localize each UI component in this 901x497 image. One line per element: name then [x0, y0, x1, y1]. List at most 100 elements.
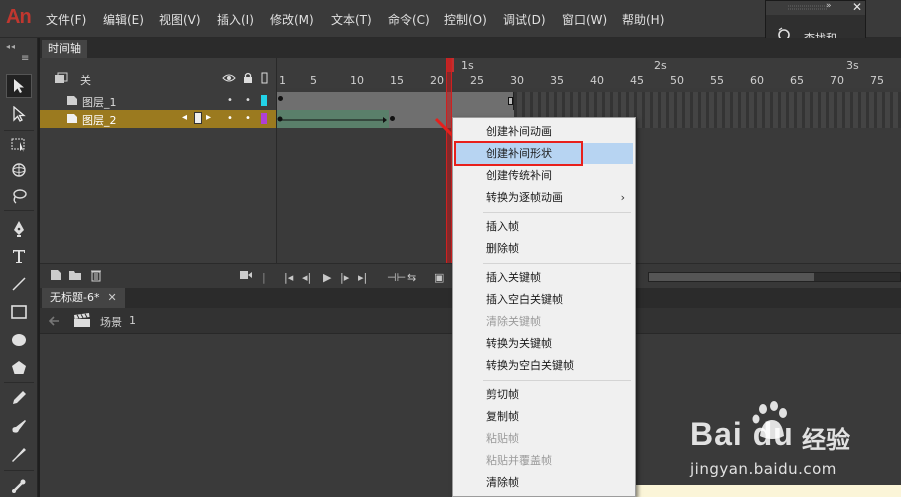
polystar-tool[interactable] — [6, 356, 32, 380]
free-transform-tool[interactable] — [6, 132, 32, 156]
frame-number: 65 — [790, 74, 804, 87]
menu-item-insert-frame[interactable]: 插入帧 — [455, 216, 633, 237]
menu-debug[interactable]: 调试(D) — [503, 11, 546, 28]
pencil-icon — [13, 391, 26, 404]
menu-item-convert-to-keyframe[interactable]: 转换为关键帧 — [455, 333, 633, 354]
visibility-dot[interactable]: • — [227, 113, 233, 124]
lock-dot[interactable]: • — [245, 95, 251, 106]
menu-edit[interactable]: 编辑(E) — [103, 11, 144, 28]
bone-icon — [12, 479, 26, 493]
subselection-tool[interactable] — [6, 102, 32, 126]
toolbar-collapse-icon[interactable]: ◂◂ — [6, 42, 16, 51]
layer-color-swatch[interactable] — [261, 95, 267, 106]
layer-color-swatch[interactable] — [261, 113, 267, 124]
keyframe-marker[interactable] — [390, 116, 395, 121]
menu-command[interactable]: 命令(C) — [388, 11, 430, 28]
watermark-url: jingyan.baidu.com — [690, 460, 837, 478]
first-frame-icon[interactable]: |◂ — [284, 271, 293, 284]
panel-grip[interactable] — [766, 1, 865, 15]
close-icon[interactable]: ✕ — [107, 291, 116, 304]
second-marker: 3s — [846, 59, 859, 72]
pen-tool[interactable] — [6, 217, 32, 241]
pencil-tool[interactable] — [6, 386, 32, 410]
scene-label[interactable]: 场景 — [100, 314, 122, 330]
trash-icon[interactable] — [90, 268, 102, 282]
new-folder-icon[interactable] — [68, 269, 82, 281]
toolbar-divider — [4, 210, 34, 211]
menu-item-insert-blank-keyframe[interactable]: 插入空白关键帧 — [455, 289, 633, 310]
new-layer-icon[interactable] — [50, 269, 62, 281]
layer-row[interactable]: 图层_1 • • — [40, 92, 276, 110]
menu-item-cut-frames[interactable]: 剪切帧 — [455, 384, 633, 405]
menu-item-insert-keyframe[interactable]: 插入关键帧 — [455, 267, 633, 288]
center-frame-icon[interactable]: ⊣⊢ — [387, 271, 406, 284]
oval-tool[interactable] — [6, 328, 32, 352]
close-icon[interactable]: ✕ — [852, 0, 862, 14]
end-frame-marker[interactable] — [508, 97, 513, 105]
watermark-brand-cn: 经验 — [802, 426, 850, 454]
eye-icon[interactable] — [222, 72, 236, 84]
menu-item-paste-and-overwrite-frames: 粘贴并覆盖帧 — [486, 454, 552, 467]
step-left-icon[interactable]: ◂ — [182, 112, 187, 123]
menu-item-create-motion-tween[interactable]: 创建补间动画 — [455, 121, 633, 142]
tab-document[interactable]: 无标题-6* ✕ — [42, 288, 125, 308]
frame-ruler[interactable]: 1 5 10 15 20 25 30 35 40 45 50 55 60 65 … — [277, 58, 901, 88]
loop-icon[interactable]: ⇆ — [407, 271, 416, 284]
lock-icon[interactable] — [242, 72, 254, 84]
lock-dot[interactable]: • — [245, 113, 251, 124]
camera-icon[interactable] — [239, 270, 253, 280]
tab-timeline[interactable]: 时间轴 — [42, 40, 87, 58]
layer-row-selected[interactable]: 图层_2 ◂ ▸ • • — [40, 110, 276, 128]
menu-item-paste-frames: 粘贴帧 — [486, 432, 519, 445]
menu-help[interactable]: 帮助(H) — [622, 11, 664, 28]
menu-view[interactable]: 视图(V) — [159, 11, 201, 28]
scrollbar-thumb[interactable] — [649, 273, 814, 281]
3d-rotation-icon — [12, 163, 26, 177]
menu-item-convert-frame-by-frame[interactable]: 转换为逐帧动画 › — [455, 187, 633, 208]
prev-frame-icon[interactable]: ◂| — [302, 271, 311, 284]
text-tool[interactable] — [6, 244, 32, 268]
bone-tool[interactable] — [6, 474, 32, 497]
horizontal-scrollbar[interactable] — [648, 272, 901, 282]
menu-separator — [483, 263, 631, 264]
menu-control[interactable]: 控制(O) — [444, 11, 487, 28]
menu-insert[interactable]: 插入(I) — [217, 11, 254, 28]
menu-item-copy-frames[interactable]: 复制帧 — [455, 406, 633, 427]
outline-icon[interactable] — [261, 72, 269, 84]
brush-tool[interactable] — [6, 414, 32, 438]
menu-item-create-classic-tween[interactable]: 创建传统补间 — [455, 165, 633, 186]
divider-icon: | — [262, 271, 266, 284]
menu-item-convert-to-blank-keyframe[interactable]: 转换为空白关键帧 — [455, 355, 633, 376]
line-tool[interactable] — [6, 272, 32, 296]
keyframe-marker[interactable] — [278, 96, 283, 101]
menu-text[interactable]: 文本(T) — [331, 11, 372, 28]
menu-window[interactable]: 窗口(W) — [562, 11, 607, 28]
watermark: Bai du 经验 jingyan.baidu.com — [690, 400, 901, 490]
layers-icon[interactable] — [54, 72, 68, 86]
last-frame-icon[interactable]: ▸| — [358, 271, 367, 284]
3d-rotation-tool[interactable] — [6, 158, 32, 182]
collapse-icon[interactable]: » — [826, 1, 832, 11]
menu-item-delete-frame[interactable]: 删除帧 — [455, 238, 633, 259]
layer-header: 关 — [40, 70, 276, 90]
toolbar-menu-icon[interactable]: ≡ — [21, 53, 29, 64]
next-frame-icon[interactable]: |▸ — [340, 271, 349, 284]
play-icon[interactable]: ▶ — [323, 271, 331, 284]
menu-item-clear-frames[interactable]: 清除帧 — [455, 472, 633, 493]
frame-span[interactable] — [277, 92, 514, 110]
frame-number: 20 — [430, 74, 444, 87]
keyframe-nav-icon[interactable] — [194, 112, 202, 124]
paint-brush-tool[interactable] — [6, 442, 32, 466]
step-right-icon[interactable]: ▸ — [206, 112, 211, 123]
scene-number: 1 — [129, 314, 136, 327]
frame-row[interactable] — [277, 92, 901, 110]
rectangle-tool[interactable] — [6, 300, 32, 324]
lasso-tool[interactable] — [6, 184, 32, 208]
toolbar-divider — [4, 130, 34, 131]
back-arrow-icon[interactable] — [48, 315, 60, 327]
onion-skin-icon[interactable]: ▣ — [434, 271, 444, 284]
selection-tool[interactable] — [6, 74, 32, 98]
visibility-dot[interactable]: • — [227, 95, 233, 106]
menu-modify[interactable]: 修改(M) — [270, 11, 314, 28]
menu-file[interactable]: 文件(F) — [46, 11, 86, 28]
